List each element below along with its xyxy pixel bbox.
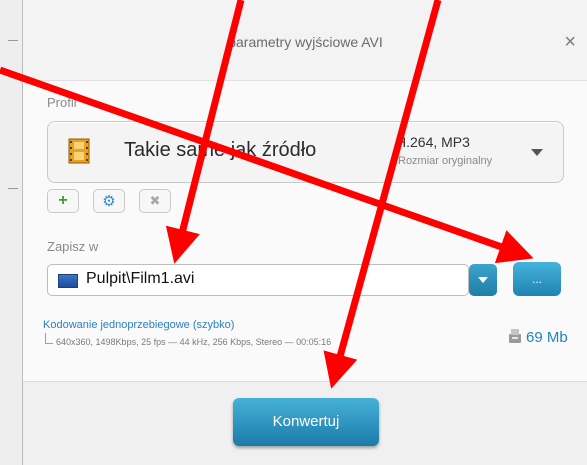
- desktop-icon: [58, 274, 78, 288]
- save-path-value: Pulpit\Film1.avi: [86, 270, 195, 287]
- save-path-field[interactable]: Pulpit\Film1.avi: [47, 264, 469, 296]
- close-icon[interactable]: ×: [564, 30, 576, 54]
- dialog-title: parametry wyjściowe AVI: [228, 34, 383, 50]
- chevron-down-icon: [478, 277, 488, 283]
- profile-label: Profil: [47, 95, 77, 110]
- file-size-icon: [509, 329, 521, 343]
- background-mark: [8, 40, 18, 41]
- avi-output-settings-dialog: parametry wyjściowe AVI × Profil Takie s…: [22, 0, 587, 465]
- edit-profile-button[interactable]: ⚙: [93, 189, 125, 213]
- background-mark: [8, 188, 18, 189]
- film-icon: [68, 138, 90, 164]
- tree-connector: [45, 333, 53, 344]
- delete-profile-button[interactable]: ✖: [139, 189, 171, 213]
- encoding-details: 640x360, 1498Kbps, 25 fps — 44 kHz, 256 …: [56, 337, 332, 347]
- x-icon: ✖: [149, 193, 161, 208]
- dialog-titlebar: parametry wyjściowe AVI ×: [23, 0, 587, 80]
- profile-size-note: Rozmiar oryginalny: [398, 155, 493, 167]
- background-window-edge: [0, 0, 23, 465]
- convert-button[interactable]: Konwertuj: [233, 398, 379, 446]
- gear-icon: ⚙: [102, 193, 116, 210]
- settings-panel: Profil Takie same jak źródło H.264, MP3 …: [23, 80, 587, 382]
- output-size: 69 Mb: [526, 329, 568, 346]
- add-profile-button[interactable]: +: [47, 189, 79, 213]
- plus-icon: +: [58, 192, 68, 209]
- save-location-dropdown-button[interactable]: [469, 264, 497, 296]
- profile-codec: H.264, MP3: [396, 134, 470, 150]
- encoding-mode-link[interactable]: Kodowanie jednoprzebiegowe (szybko): [43, 319, 234, 331]
- chevron-down-icon: [531, 149, 543, 156]
- save-label: Zapisz w: [47, 239, 99, 254]
- profile-dropdown[interactable]: Takie same jak źródło H.264, MP3 Rozmiar…: [47, 121, 564, 183]
- profile-name: Takie same jak źródło: [124, 139, 317, 161]
- browse-button[interactable]: ...: [513, 262, 561, 296]
